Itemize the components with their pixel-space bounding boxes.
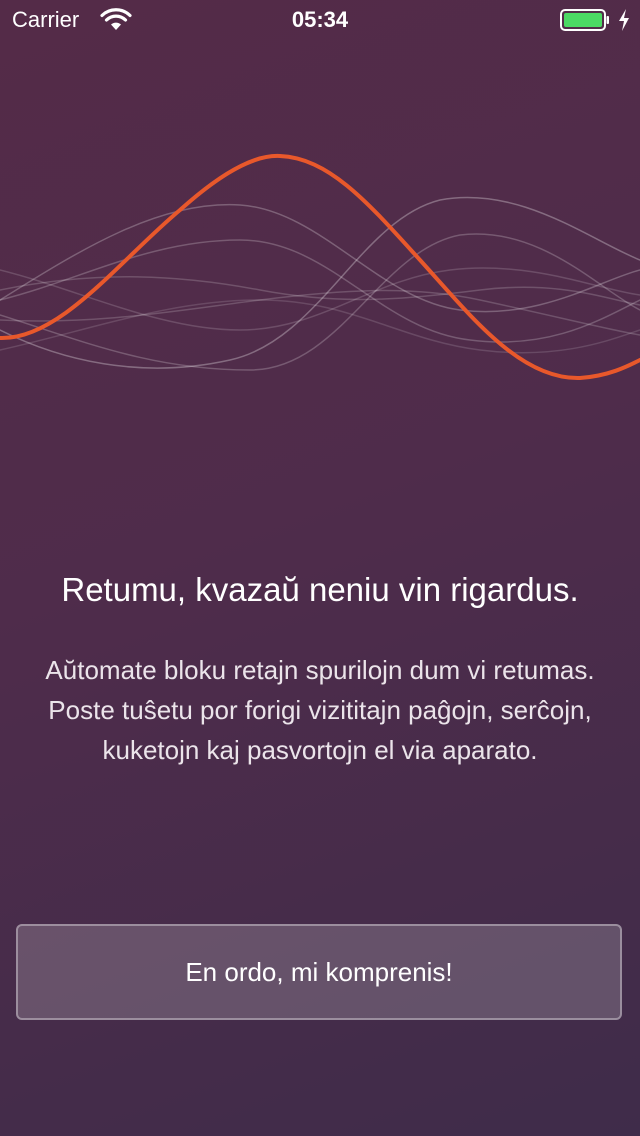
battery-icon [560, 9, 609, 31]
wave-line-faint [0, 233, 640, 371]
headline: Retumu, kvazaŭ neniu vin rigardus. [61, 571, 579, 608]
sound-wave-illustration [0, 153, 640, 381]
confirm-button[interactable]: En ordo, mi komprenis! [16, 924, 622, 1020]
status-time: 05:34 [291, 7, 349, 32]
charging-bolt-icon [619, 9, 629, 31]
wave-line-accent [0, 153, 640, 381]
status-bar: Carrier 05:34 [0, 0, 640, 40]
wave-line-faint [0, 203, 640, 313]
wave-line-faint [0, 299, 640, 354]
description-text: Aŭtomate bloku retajn spurilojn dum vi r… [45, 655, 595, 765]
wave-line-faint [0, 196, 640, 369]
